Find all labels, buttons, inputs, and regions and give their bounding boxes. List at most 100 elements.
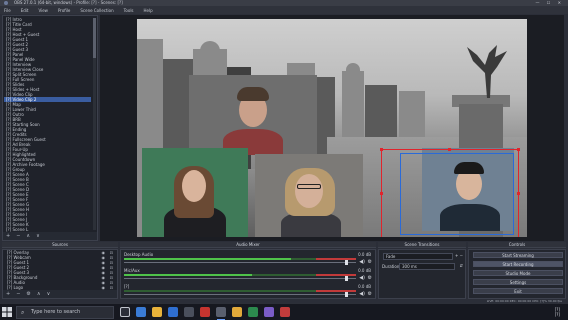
host-hair (237, 87, 269, 101)
sources-panel-title: Sources (2, 242, 118, 248)
source-settings-button[interactable]: ⚙ (26, 291, 30, 297)
obs-logo-icon (4, 1, 8, 5)
app-icon-red[interactable] (200, 307, 210, 317)
volume-meter (124, 290, 356, 292)
mixer-channel-db: 0.0 dB (358, 268, 371, 273)
move-scene-down-button[interactable]: ∨ (36, 233, 40, 239)
move-source-down-button[interactable]: ∨ (47, 291, 51, 297)
app-icon-green[interactable] (248, 307, 258, 317)
start-recording-button[interactable]: Start Recording (473, 261, 563, 267)
volume-meter-peak-zone (316, 258, 356, 260)
menu-item-help[interactable]: Help (144, 8, 153, 13)
mixer-channel-name: [?] (124, 284, 130, 289)
mixer-channel-name: Mic/Aux (124, 268, 140, 273)
sources-panel: [?] Overlay ◉ ⊡ [?] Webcam ◉ ⊡ [?] Guest 1 ◉ ⊡ [?… (2, 249, 118, 299)
menu-item-view[interactable]: View (38, 8, 48, 13)
scenes-scrollbar[interactable] (93, 18, 96, 230)
mixer-panel-title: Audio Mixer (120, 242, 376, 248)
add-source-button[interactable]: + (6, 291, 10, 297)
channel-gear-icon[interactable]: ⚙ (368, 291, 372, 297)
duration-stepper[interactable]: ⇵ (460, 263, 463, 268)
add-scene-button[interactable]: + (6, 233, 10, 239)
glasses-icon (297, 184, 321, 189)
volume-fader-track[interactable] (124, 294, 356, 295)
transition-add-remove[interactable]: + − (455, 253, 463, 258)
resize-handle[interactable] (448, 148, 451, 151)
duration-label: Duration (382, 264, 400, 269)
volume-meter-peak-zone (316, 274, 356, 276)
mixer-channel: Desktop Audio 0.0 dB ◀) ⚙ (123, 252, 373, 267)
controls-panel-title: Controls (468, 242, 566, 248)
windows-start-icon[interactable] (2, 307, 12, 317)
mixer-channel-db: 0.0 dB (358, 284, 371, 289)
taskbar-clock[interactable]: [?] [?] (555, 307, 560, 317)
resize-handle[interactable] (517, 148, 520, 151)
obs-taskbar-icon[interactable] (216, 307, 226, 320)
crop-bounds-box (400, 153, 514, 235)
menu-item-tools[interactable]: Tools (124, 8, 134, 13)
task-view-icon[interactable] (120, 307, 130, 317)
source-list: [?] Overlay ◉ ⊡ [?] Webcam ◉ ⊡ [?] Guest 1 ◉ ⊡ [?… (3, 250, 117, 295)
mute-speaker-icon[interactable]: ◀) (359, 291, 365, 297)
start-streaming-button[interactable]: Start Streaming (473, 252, 563, 258)
search-icon: ⌕ (21, 309, 25, 316)
app-icon-red-2[interactable] (280, 307, 290, 317)
scene-list: [?] Intro [?] Title Card [?] Host [?] Host … (4, 17, 91, 232)
preview-canvas[interactable] (137, 19, 527, 237)
scene-transitions-panel: Fade + − Duration 300 ms ⇵ (378, 249, 466, 299)
guest-2-webcam-tile[interactable] (255, 154, 363, 237)
volume-fader-knob[interactable] (345, 292, 349, 297)
move-scene-up-button[interactable]: ∧ (26, 233, 30, 239)
transition-type-select[interactable]: Fade (383, 253, 453, 260)
menu-item-edit[interactable]: Edit (21, 8, 29, 13)
mixer-channel-name: Desktop Audio (124, 252, 154, 257)
transition-type-row: Fade + − (381, 253, 463, 260)
menu-item-scene-collection[interactable]: Scene Collection (80, 8, 113, 13)
file-explorer-icon[interactable] (152, 307, 162, 317)
store-icon[interactable] (184, 307, 194, 317)
audio-mixer-panel: Desktop Audio 0.0 dB ◀) ⚙ Mic/Aux 0.0 dB ◀) ⚙ [?… (120, 249, 376, 299)
volume-meter (124, 258, 356, 260)
menu-item-file[interactable]: File (4, 8, 11, 13)
volume-fader-knob[interactable] (345, 260, 349, 265)
resize-handle[interactable] (380, 192, 383, 195)
menu-item-profile[interactable]: Profile (58, 8, 70, 13)
guest-2-face (295, 174, 323, 208)
volume-fader-track[interactable] (124, 278, 356, 279)
guest-1-face (182, 170, 206, 202)
volume-fader-knob[interactable] (345, 276, 349, 281)
mixer-channel-db: 0.0 dB (358, 252, 371, 257)
channel-gear-icon[interactable]: ⚙ (368, 275, 372, 281)
menu-bar: File Edit View Profile Scene Collection Tools… (0, 6, 568, 14)
taskbar-search-input[interactable]: ⌕ Type here to search (16, 306, 114, 319)
studio-mode-button[interactable]: Studio Mode (473, 270, 563, 276)
controls-panel: Start Streaming Start Recording Studio Mod… (468, 249, 566, 299)
mixer-channel: [?] 0.0 dB ◀) ⚙ (123, 284, 373, 299)
mute-speaker-icon[interactable]: ◀) (359, 259, 365, 265)
edge-browser-icon[interactable] (136, 307, 146, 317)
volume-fader-track[interactable] (124, 262, 356, 263)
app-icon-purple[interactable] (264, 307, 274, 317)
clock-date: [?] (554, 312, 560, 317)
mute-speaker-icon[interactable]: ◀) (359, 275, 365, 281)
duration-input[interactable]: 300 ms (399, 263, 455, 270)
remove-scene-button[interactable]: − (16, 233, 20, 239)
angel-statue-icon (467, 45, 507, 98)
mail-icon[interactable] (168, 307, 178, 317)
resize-handle[interactable] (380, 148, 383, 151)
guest-1-webcam-tile[interactable] (142, 148, 248, 237)
volume-meter-level (124, 274, 252, 276)
windows-taskbar: ⌕ Type here to search [?] [?] (0, 303, 568, 320)
transition-duration-row: Duration 300 ms ⇵ (381, 263, 463, 270)
app-icon-chrome[interactable] (232, 307, 242, 317)
settings-button[interactable]: Settings (473, 279, 563, 285)
move-source-up-button[interactable]: ∧ (37, 291, 41, 297)
remove-source-button[interactable]: − (16, 291, 20, 297)
scenes-scrollbar-thumb[interactable] (93, 18, 96, 58)
exit-button[interactable]: Exit (473, 288, 563, 294)
volume-meter-peak-zone (316, 290, 356, 292)
transitions-panel-title: Scene Transitions (378, 242, 466, 248)
resize-handle[interactable] (517, 192, 520, 195)
host-webcam-tile[interactable] (189, 75, 317, 155)
channel-gear-icon[interactable]: ⚙ (368, 259, 372, 265)
